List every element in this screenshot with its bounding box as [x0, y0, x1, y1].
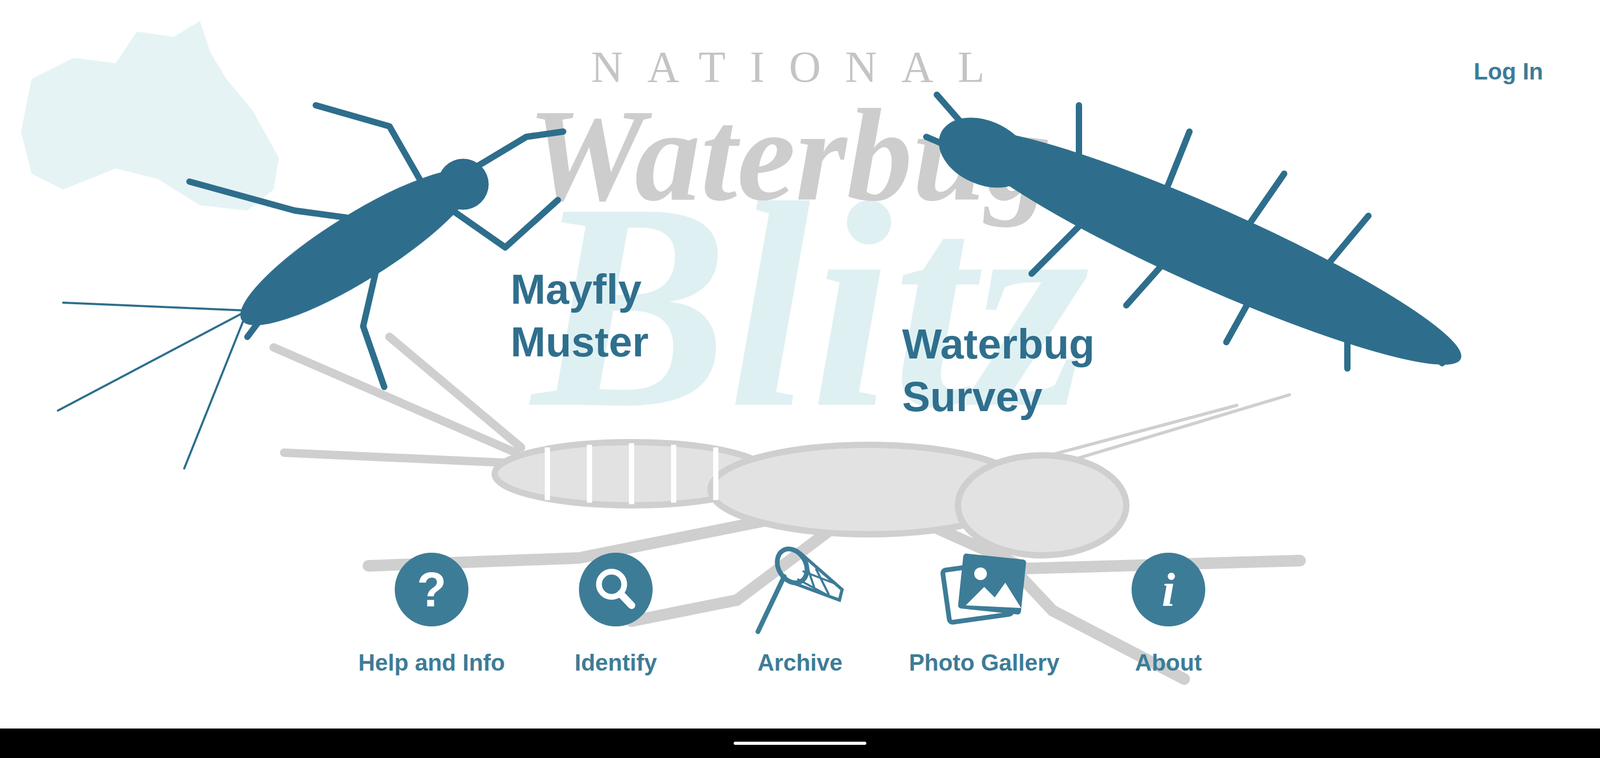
nav-item[interactable]: Identify: [523, 550, 708, 677]
system-nav-bar: [0, 728, 1600, 758]
nav-item[interactable]: ? Help and Info: [339, 550, 524, 677]
search-icon[interactable]: [568, 550, 664, 629]
info-icon[interactable]: i: [1121, 550, 1216, 629]
nav-item[interactable]: Photo Gallery: [892, 550, 1077, 677]
nav-glyph: ?: [394, 552, 469, 627]
national-heading: NATIONAL: [591, 45, 1009, 90]
nav-label[interactable]: Archive: [757, 647, 843, 677]
login-button[interactable]: Log In: [1469, 56, 1548, 86]
mayfly-muster-link[interactable]: Mayfly Muster: [510, 263, 649, 369]
nav-glyph: i: [1131, 552, 1206, 627]
help-icon[interactable]: ?: [384, 550, 479, 629]
nav-label[interactable]: About: [1134, 647, 1202, 677]
bottom-nav: ? Help and Info Identify Archive Photo Galle…: [339, 550, 1261, 677]
nav-label[interactable]: Identify: [574, 647, 657, 677]
nav-label[interactable]: Help and Info: [358, 647, 506, 677]
home-indicator[interactable]: [733, 741, 867, 745]
waterbug-survey-link[interactable]: Waterbug Survey: [902, 317, 1095, 424]
nav-item[interactable]: Archive: [707, 550, 893, 677]
home-screen: Blitz: [0, 0, 1600, 729]
photos-icon[interactable]: [936, 550, 1032, 629]
nav-item[interactable]: i About: [1076, 550, 1261, 677]
nav-label[interactable]: Photo Gallery: [908, 647, 1060, 677]
net-icon[interactable]: [752, 550, 848, 629]
waterbug-silhouettes-icon: [0, 0, 1600, 729]
